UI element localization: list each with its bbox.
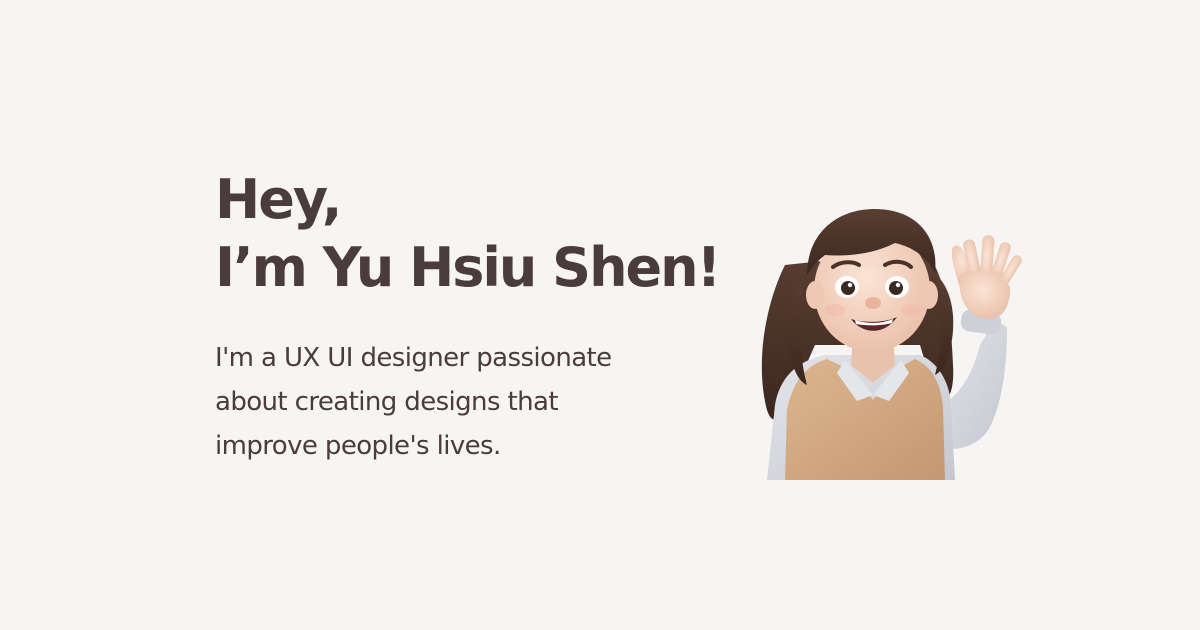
tagline-line-3: improve people's lives. [215, 431, 501, 461]
hero-greeting: Hey, I’m Yu Hsiu Shen! [215, 166, 735, 302]
tagline-line-1: I'm a UX UI designer passionate [215, 343, 612, 373]
hero-tagline: I'm a UX UI designer passionate about cr… [215, 336, 735, 468]
greeting-line-1: Hey, [215, 168, 342, 231]
tagline-line-2: about creating designs that [215, 387, 559, 417]
hero-text-block: Hey, I’m Yu Hsiu Shen! I'm a UX UI desig… [215, 166, 735, 468]
memoji-waving-avatar-icon [745, 195, 1035, 480]
greeting-line-2: I’m Yu Hsiu Shen! [215, 236, 721, 299]
hero-page: { "hero": { "greeting_line1": "Hey,", "g… [0, 0, 1200, 630]
